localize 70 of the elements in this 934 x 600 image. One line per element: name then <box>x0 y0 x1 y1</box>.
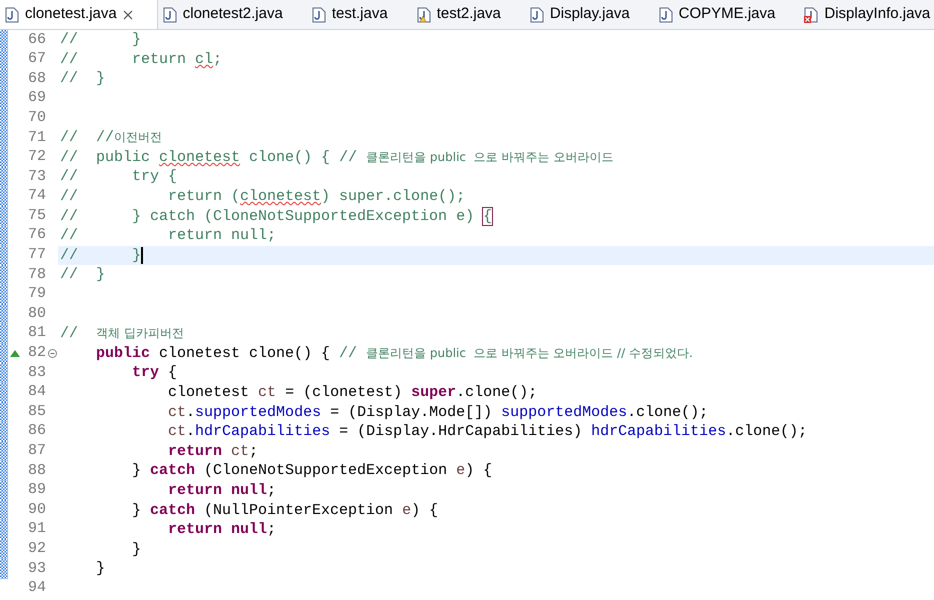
code-line: // } catch (CloneNotSupportedException e) { <box>60 206 492 226</box>
line-number: 83 <box>26 362 46 383</box>
line-number: 92 <box>26 538 46 559</box>
code-line: return ct; <box>167 442 258 461</box>
code-line: return null; <box>167 480 276 500</box>
tab-label: Display.java <box>550 4 630 24</box>
line-number: 93 <box>26 558 46 579</box>
code-line: // } <box>60 265 106 284</box>
line-number: 77 <box>26 245 46 266</box>
editor-tab[interactable]: Display.java <box>524 0 654 29</box>
line-number: 76 <box>26 225 46 246</box>
collapse-icon[interactable] <box>48 348 56 358</box>
code-line: // } <box>60 30 142 50</box>
code-line: // return (clonetest) super.clone(); <box>60 187 466 206</box>
line-number: 84 <box>26 382 46 402</box>
line-number: 82 <box>26 343 46 364</box>
code-line: ct.hdrCapabilities = (Display.HdrCapabilities) hdrCapabilities.clone(); <box>167 422 808 442</box>
code-line: clonetest ct = (clonetest) super.clone(); <box>167 382 538 402</box>
code-line: // } <box>60 69 106 88</box>
editor-tab[interactable]: COPYME.java <box>654 0 800 29</box>
code-line: } catch (CloneNotSupportedException e) { <box>131 461 492 480</box>
code-line: // try { <box>60 167 178 186</box>
line-number: 75 <box>26 206 46 226</box>
line-number: 78 <box>26 264 46 285</box>
line-number: 88 <box>26 460 46 481</box>
code-line: // public clonetest clone() { // 클론리턴을 public 으로 바꿔주는 오버라이드 <box>60 148 614 167</box>
code-line: ct.supportedModes = (Display.Mode[]) supportedModes.clone(); <box>167 402 708 422</box>
code-line: return null; <box>167 520 276 540</box>
code-line: try { <box>131 363 178 382</box>
line-number: 74 <box>26 186 46 206</box>
tab-label: DisplayInfo.java <box>824 4 930 24</box>
code-line: // } <box>60 246 142 265</box>
editor-tab[interactable]: test2.java <box>412 0 525 29</box>
line-number: 72 <box>26 147 46 168</box>
line-number: 70 <box>26 108 46 128</box>
tab-label: clonetest2.java <box>182 4 283 24</box>
line-number: 81 <box>26 323 46 344</box>
tab-label: COPYME.java <box>678 4 776 24</box>
line-number: 79 <box>26 284 46 304</box>
line-number: 89 <box>26 480 46 500</box>
code-line: // 객체 딥카피버전 <box>60 324 184 344</box>
code-line: } <box>95 559 106 578</box>
line-number: 85 <box>26 402 46 422</box>
line-number: 80 <box>26 304 46 324</box>
editor-tab[interactable]: DisplayInfo.java <box>799 0 934 29</box>
close-icon[interactable] <box>122 10 133 20</box>
line-number: 69 <box>26 88 46 108</box>
code-line: } catch (NullPointerException e) { <box>131 500 438 520</box>
line-number: 91 <box>26 519 46 540</box>
editor-tab[interactable]: test.java <box>306 0 412 29</box>
line-number: 90 <box>26 500 46 520</box>
line-number: 66 <box>26 30 46 50</box>
tab-label: test2.java <box>436 4 501 24</box>
code-line: // //이전버전 <box>60 128 162 148</box>
tab-label: clonetest.java <box>25 4 117 24</box>
line-number: 71 <box>26 128 46 148</box>
line-number: 87 <box>26 441 46 462</box>
text-cursor <box>141 246 144 264</box>
tab-label: test.java <box>332 4 388 24</box>
code-line: public clonetest clone() { // 클론리턴을 public 으로 바꿔주는 오버라이드 // 수정되었다. <box>95 344 693 363</box>
line-number: 68 <box>26 68 46 89</box>
line-number: 73 <box>26 166 46 187</box>
code-line: // return null; <box>60 226 276 246</box>
editor-tab[interactable]: clonetest.java <box>0 0 158 29</box>
line-number: 94 <box>26 578 46 598</box>
code-line: } <box>131 540 142 559</box>
code-line: // return cl; <box>60 50 222 69</box>
editor-tab[interactable]: clonetest2.java <box>158 0 307 29</box>
line-number: 67 <box>26 49 46 70</box>
line-number: 86 <box>26 421 46 442</box>
